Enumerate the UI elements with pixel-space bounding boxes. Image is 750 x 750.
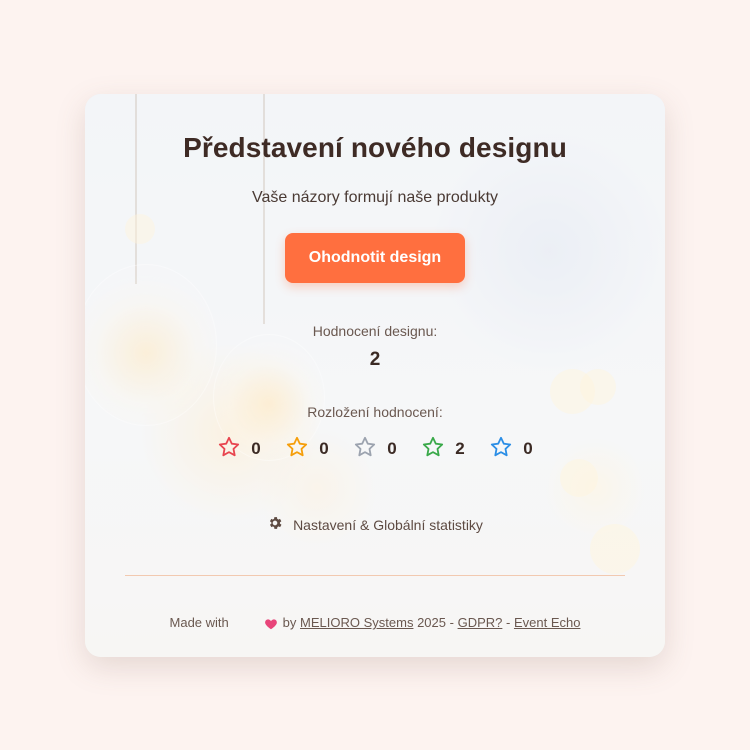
distribution-item-3: 0	[341, 435, 409, 463]
distribution-count: 2	[455, 439, 465, 458]
distribution-item-2: 0	[273, 435, 341, 463]
settings-link[interactable]: Nastavení & Globální statistiky	[85, 515, 665, 534]
rating-value: 2	[369, 349, 381, 370]
distribution-count: 0	[523, 439, 533, 458]
card-content: Představení nového designu Vaše názory f…	[85, 94, 665, 657]
footer-made-with: Made with	[169, 615, 229, 631]
star-outline-icon	[353, 435, 377, 464]
company-link[interactable]: MELIORO Systems	[300, 615, 413, 630]
distribution-item-4: 2	[409, 435, 477, 463]
distribution-label: Rozložení hodnocení:	[307, 404, 443, 420]
star-outline-icon	[421, 435, 445, 464]
rate-design-button[interactable]: Ohodnotit design	[285, 233, 465, 283]
distribution-count: 0	[319, 439, 329, 458]
page-title: Představení nového designu	[183, 132, 567, 163]
star-outline-icon	[285, 435, 309, 464]
distribution-item-1: 0	[205, 435, 273, 463]
divider	[125, 575, 625, 576]
event-echo-link[interactable]: Event Echo	[514, 615, 581, 630]
gdpr-link[interactable]: GDPR?	[458, 615, 503, 630]
distribution-count: 0	[387, 439, 397, 458]
star-outline-icon	[217, 435, 241, 464]
distribution-item-5: 0	[477, 435, 545, 463]
rating-distribution: 0 0 0 2 0	[85, 435, 665, 463]
heart-icon	[229, 600, 283, 646]
footer: Made with by MELIORO Systems 2025 - GDPR…	[85, 600, 665, 646]
footer-by: by	[282, 615, 297, 631]
footer-year: 2025 -	[417, 615, 454, 631]
rating-label: Hodnocení designu:	[312, 323, 438, 339]
distribution-count: 0	[251, 439, 261, 458]
page-subtitle: Vaše názory formují naše produkty	[251, 189, 499, 206]
gear-icon	[267, 515, 283, 534]
main-card: Představení nového designu Vaše názory f…	[85, 94, 665, 657]
settings-label: Nastavení & Globální statistiky	[293, 516, 483, 533]
star-outline-icon	[489, 435, 513, 464]
